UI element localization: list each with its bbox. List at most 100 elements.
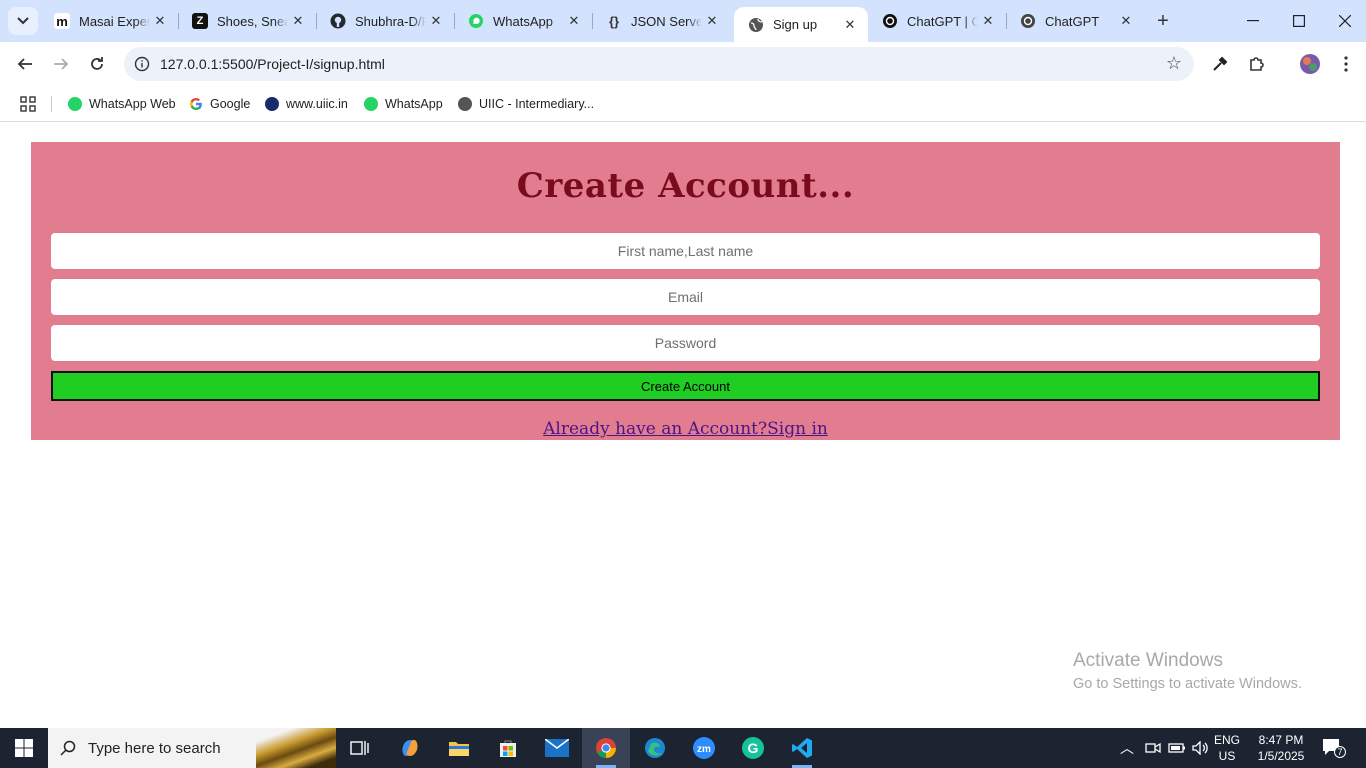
bookmark-label: UIIC - Intermediary... (479, 97, 595, 111)
tab-zappos[interactable]: Z Shoes, Sneak ✕ (178, 0, 316, 42)
apps-button[interactable] (20, 94, 36, 114)
grammarly-icon: G (742, 737, 764, 759)
tab-whatsapp[interactable]: WhatsApp ✕ (454, 0, 592, 42)
json-server-icon: {} (608, 13, 620, 29)
forward-button[interactable] (45, 48, 77, 80)
tab-title: Shubhra-D/P (355, 13, 426, 29)
task-view-button[interactable] (336, 728, 384, 768)
reload-icon (91, 57, 103, 70)
tab-sign-up[interactable]: Sign up ✕ (734, 7, 868, 42)
tab-title: ChatGPT (1045, 13, 1100, 29)
clock-time: 8:47 PM (1258, 733, 1304, 747)
chevron-down-icon (17, 17, 29, 25)
close-icon[interactable]: ✕ (288, 11, 308, 31)
clock-date: 1/5/2025 (1257, 749, 1305, 763)
file-explorer-button[interactable] (435, 728, 483, 768)
close-icon[interactable]: ✕ (564, 11, 584, 31)
show-hidden-icons-button[interactable]: ︿ (1120, 728, 1134, 768)
address-bar[interactable]: 127.0.0.1:5500/Project-I/signup.html ☆ (124, 47, 1194, 81)
tab-masai[interactable]: m Masai Experi ✕ (40, 0, 178, 42)
close-icon (1339, 15, 1351, 27)
task-view-icon (350, 741, 369, 755)
chrome-menu-button[interactable] (1332, 50, 1360, 78)
back-button[interactable] (9, 48, 41, 80)
email-input[interactable] (51, 279, 1320, 315)
close-icon[interactable]: ✕ (978, 11, 998, 31)
browser-toolbar: 127.0.0.1:5500/Project-I/signup.html ☆ (0, 42, 1366, 86)
bookmark-uiic-intermediary[interactable]: UIIC - Intermediary... (458, 94, 594, 114)
notifications-button[interactable]: 7 (1322, 728, 1346, 768)
maximize-button[interactable] (1276, 0, 1322, 42)
copilot-icon (402, 739, 418, 757)
search-highlight-image (256, 728, 336, 768)
profile-avatar[interactable] (1296, 50, 1324, 78)
clock-button[interactable]: 8:47 PM 1/5/2025 (1256, 732, 1306, 764)
minimize-button[interactable] (1230, 0, 1276, 42)
copilot-button[interactable] (386, 728, 434, 768)
bookmark-label: Google (210, 97, 251, 111)
globe-icon (748, 17, 764, 33)
tab-title: JSON Server (631, 13, 702, 29)
create-account-button[interactable]: Create Account (51, 371, 1320, 401)
arrow-right-icon (54, 58, 69, 70)
close-icon[interactable]: ✕ (150, 11, 170, 31)
chrome-icon (596, 738, 617, 759)
edge-icon (645, 738, 665, 758)
page-viewport: Create Account... Create Account Already… (0, 122, 1366, 728)
reload-button[interactable] (81, 48, 113, 80)
search-icon (48, 740, 88, 756)
globe-icon (458, 97, 472, 111)
eyedropper-icon (1213, 56, 1228, 71)
tab-search-button[interactable] (8, 7, 38, 35)
battery-icon (1168, 743, 1185, 753)
close-icon[interactable]: ✕ (426, 11, 446, 31)
tab-json-server[interactable]: {} JSON Server ✕ (592, 0, 730, 42)
edge-button[interactable] (631, 728, 679, 768)
extensions-button[interactable] (1243, 50, 1271, 78)
tab-chatgpt-1[interactable]: ChatGPT | O ✕ (868, 0, 1006, 42)
info-icon[interactable] (132, 54, 152, 74)
notification-count: 7 (1334, 746, 1346, 758)
uiic-icon (265, 97, 279, 111)
plus-icon: + (1157, 9, 1169, 32)
volume-button[interactable] (1192, 728, 1210, 768)
tab-chatgpt-2[interactable]: ChatGPT ✕ (1006, 0, 1144, 42)
close-icon[interactable]: ✕ (702, 11, 722, 31)
chrome-taskbar-button[interactable] (582, 728, 630, 768)
google-icon (189, 97, 203, 111)
bookmark-google[interactable]: Google (189, 94, 250, 114)
signup-form: Create Account... Create Account Already… (31, 142, 1340, 440)
bookmark-uiic[interactable]: www.uiic.in (265, 94, 348, 114)
mail-button[interactable] (533, 728, 581, 768)
battery-button[interactable] (1168, 728, 1186, 768)
taskbar-search-box[interactable]: Type here to search (48, 728, 336, 768)
bookmark-label: WhatsApp (385, 97, 443, 111)
close-icon[interactable]: ✕ (840, 15, 860, 35)
close-icon[interactable]: ✕ (1116, 11, 1136, 31)
tab-github[interactable]: Shubhra-D/P ✕ (316, 0, 454, 42)
password-input[interactable] (51, 325, 1320, 361)
bookmark-whatsapp-web[interactable]: WhatsApp Web (68, 94, 176, 114)
bookmarks-bar: WhatsApp Web Google www.uiic.in WhatsApp… (0, 86, 1366, 122)
bookmark-whatsapp[interactable]: WhatsApp (364, 94, 443, 114)
zoom-button[interactable]: zm (680, 728, 728, 768)
apps-grid-icon (20, 96, 36, 112)
meet-now-button[interactable] (1145, 728, 1161, 768)
new-tab-button[interactable]: + (1150, 8, 1176, 34)
star-icon[interactable]: ☆ (1166, 53, 1182, 74)
eyedropper-extension-button[interactable] (1206, 50, 1234, 78)
close-window-button[interactable] (1322, 0, 1366, 42)
start-button[interactable] (0, 728, 48, 768)
input-language-button[interactable]: ENG US (1214, 732, 1240, 764)
signin-link[interactable]: Already have an Account?Sign in (31, 419, 1340, 439)
grammarly-button[interactable]: G (729, 728, 777, 768)
microsoft-store-button[interactable] (484, 728, 532, 768)
vscode-button[interactable] (778, 728, 826, 768)
maximize-icon (1293, 15, 1305, 27)
openai-icon (1020, 13, 1036, 29)
openai-icon (882, 13, 898, 29)
github-icon (330, 13, 346, 29)
name-input[interactable] (51, 233, 1320, 269)
url-text[interactable]: 127.0.0.1:5500/Project-I/signup.html (160, 56, 385, 72)
watermark-subtitle: Go to Settings to activate Windows. (1073, 676, 1302, 692)
